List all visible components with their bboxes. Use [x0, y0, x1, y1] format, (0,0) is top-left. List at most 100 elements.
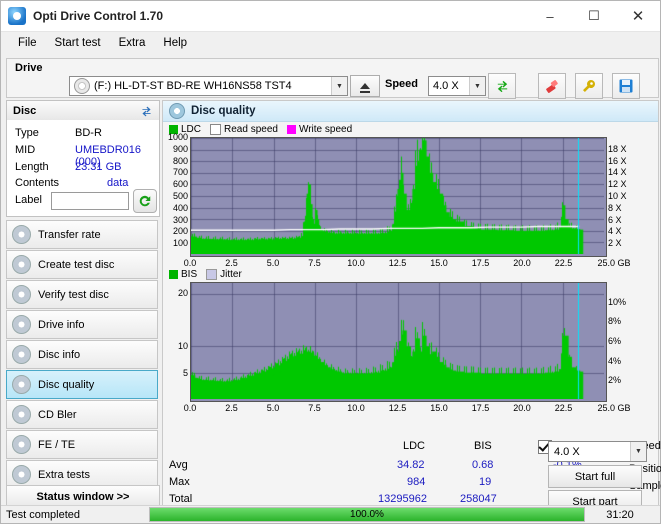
- sidebar-item-create-test-disc[interactable]: Create test disc: [6, 250, 158, 279]
- disc-label-label: Label: [15, 194, 42, 206]
- disc-length-value: 23.31 GB: [75, 161, 122, 173]
- x-tick: 22.5: [554, 258, 573, 268]
- nav-list: Transfer rate Create test disc Verify te…: [6, 220, 158, 490]
- stats-avg-ldc: 34.82: [397, 459, 425, 471]
- ldc-chart: [190, 137, 607, 257]
- sidebar-item-disc-info[interactable]: Disc info: [6, 340, 158, 369]
- legend-swatch-ldc: [169, 124, 178, 134]
- nav-label-disc-info: Disc info: [38, 348, 81, 361]
- window-title: Opti Drive Control 1.70: [33, 9, 164, 23]
- refresh-drive-button[interactable]: [488, 73, 516, 99]
- nav-label-drive-info: Drive info: [38, 318, 85, 331]
- y-tick-right: 4%: [608, 355, 622, 366]
- disc-label-input[interactable]: [51, 192, 129, 210]
- extra-tests-icon: [12, 465, 31, 484]
- chevron-down-icon-speed[interactable]: ▼: [469, 77, 485, 95]
- progress-text: 100.0%: [350, 509, 384, 520]
- speed-select[interactable]: 4.0 X ▼: [428, 76, 486, 96]
- sidebar-item-drive-info[interactable]: Drive info: [6, 310, 158, 339]
- x-tick: 7.5: [308, 403, 321, 413]
- disc-section-title: Disc: [13, 105, 37, 117]
- legend-label-bis: BIS: [181, 268, 198, 280]
- y-tick-right: 14 X: [608, 167, 627, 178]
- y-tick: 600: [172, 179, 188, 190]
- chevron-down-icon[interactable]: ▼: [331, 77, 347, 95]
- y-tick-right: 8 X: [608, 202, 622, 213]
- start-full-button[interactable]: Start full: [548, 465, 642, 488]
- speed-label: Speed: [385, 78, 419, 90]
- transfer-rate-icon: [12, 225, 31, 244]
- drive-info-icon: [12, 315, 31, 334]
- y-tick: 10: [177, 341, 188, 352]
- menu-file[interactable]: File: [9, 34, 46, 52]
- drive-select[interactable]: (F:) HL-DT-ST BD-RE WH16NS58 TST4 ▼: [69, 76, 348, 96]
- disc-scan-button[interactable]: [133, 189, 157, 213]
- chevron-down-icon-test-speed[interactable]: ▼: [630, 442, 646, 461]
- sidebar-item-cd-bler[interactable]: CD Bler: [6, 400, 158, 429]
- nav-label-verify-test-disc: Verify test disc: [38, 288, 109, 301]
- save-button[interactable]: [612, 73, 640, 99]
- main-panel-header: Disc quality: [163, 101, 658, 122]
- y-tick-right: 2 X: [608, 238, 622, 249]
- nav-label-transfer-rate: Transfer rate: [38, 228, 101, 241]
- disc-info-icon: [12, 345, 31, 364]
- x-tick: 15.0: [430, 258, 448, 268]
- sidebar-item-fe-te[interactable]: FE / TE: [6, 430, 158, 459]
- nav-label-cd-bler: CD Bler: [38, 408, 77, 421]
- x-tick: 7.5: [308, 258, 321, 268]
- disc-icon: [74, 78, 90, 94]
- stats-total-bis: 258047: [460, 493, 497, 505]
- y-tick-right: 6 X: [608, 214, 622, 225]
- y-tick: 5: [182, 368, 188, 379]
- x-tick: 25.0 GB: [597, 403, 631, 413]
- main-panel: Disc quality LDC Read speed Write speed …: [162, 100, 661, 513]
- legend-label-ldc: LDC: [181, 123, 202, 135]
- cd-bler-icon: [12, 405, 31, 424]
- stats-col-ldc: LDC: [403, 440, 426, 452]
- x-tick: 12.5: [388, 403, 407, 413]
- app-window: Opti Drive Control 1.70 – ☐ ✕ File Start…: [0, 0, 661, 524]
- tools-button[interactable]: [575, 73, 603, 99]
- disc-quality-header-icon: [169, 103, 185, 119]
- x-tick: 0.0: [183, 403, 197, 413]
- menu-help[interactable]: Help: [154, 34, 196, 52]
- stats-max-bis: 19: [479, 476, 492, 488]
- speed-select-value: 4.0 X: [433, 80, 459, 92]
- y-tick-right: 8%: [608, 316, 622, 327]
- eraser-button[interactable]: [538, 73, 566, 99]
- y-tick: 700: [172, 167, 188, 178]
- disc-contents-value: data: [107, 177, 129, 189]
- y-tick-right: 10%: [608, 296, 627, 307]
- stats-col-bis: BIS: [474, 440, 492, 452]
- drive-label: Drive: [15, 62, 43, 74]
- menu-extra[interactable]: Extra: [110, 34, 155, 52]
- verify-test-disc-icon: [12, 285, 31, 304]
- test-speed-select[interactable]: 4.0 X ▼: [548, 441, 647, 462]
- sidebar-item-transfer-rate[interactable]: Transfer rate: [6, 220, 158, 249]
- nav-label-extra-tests: Extra tests: [38, 468, 90, 481]
- menu-start-test[interactable]: Start test: [46, 34, 110, 52]
- sidebar-item-disc-quality[interactable]: Disc quality: [6, 370, 158, 399]
- x-tick: 17.5: [471, 403, 490, 413]
- status-bar: Test completed 100.0% 31:20: [1, 505, 660, 523]
- minimize-button[interactable]: –: [528, 1, 572, 31]
- disc-refresh-icon[interactable]: [140, 105, 153, 118]
- disc-info-panel: Type BD-R MID UMEBDR016 (000) Length 23.…: [6, 120, 160, 217]
- maximize-button[interactable]: ☐: [572, 1, 616, 31]
- y-tick-right: 2%: [608, 375, 622, 386]
- floppy-save-icon: [619, 79, 633, 93]
- main-panel-title: Disc quality: [191, 105, 256, 117]
- legend-top: LDC Read speed Write speed: [169, 123, 361, 135]
- y-tick-right: 6%: [608, 336, 622, 346]
- close-button[interactable]: ✕: [616, 1, 660, 31]
- eject-button[interactable]: [350, 75, 380, 97]
- x-tick: 10.0: [347, 258, 365, 268]
- x-tick: 0.0: [183, 258, 197, 268]
- y-tick-right: 18 X: [608, 143, 627, 154]
- disc-type-value: BD-R: [75, 127, 102, 139]
- bis-chart-canvas: [191, 283, 604, 399]
- y-tick: 20: [177, 287, 188, 298]
- sidebar-item-verify-test-disc[interactable]: Verify test disc: [6, 280, 158, 309]
- y-tick: 900: [172, 143, 188, 154]
- disc-type-label: Type: [15, 127, 39, 139]
